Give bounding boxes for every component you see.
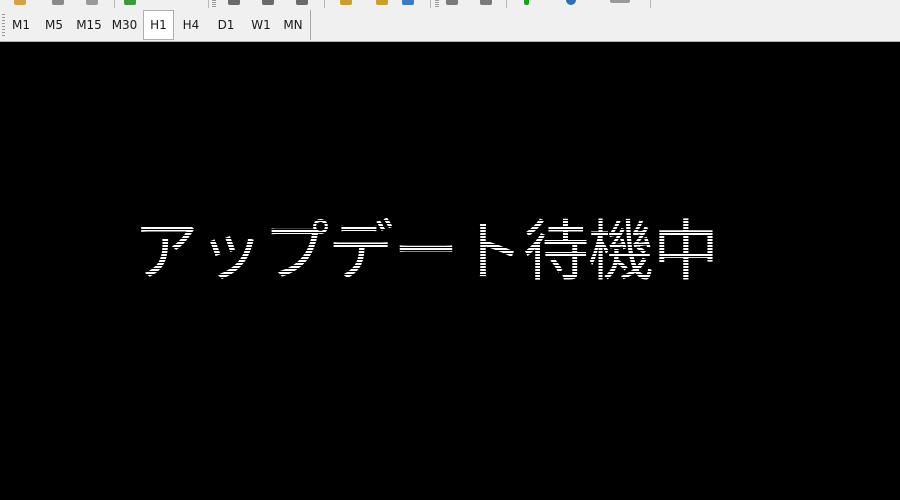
indicators-icon[interactable] [524, 0, 529, 5]
templates-icon[interactable] [610, 0, 630, 3]
tile-windows-icon[interactable] [402, 0, 414, 5]
toolbar-grip[interactable] [2, 14, 5, 36]
waiting-for-update-text: アップデート待機中 [133, 213, 719, 290]
timeframe-d1-button[interactable]: D1 [210, 10, 242, 40]
chart-shift-icon[interactable] [446, 0, 458, 5]
toolbar-separator [430, 0, 431, 8]
open-icon[interactable] [14, 0, 26, 5]
print-icon[interactable] [86, 0, 98, 5]
timeframe-m1-button[interactable]: M1 [6, 10, 36, 40]
toolbar-grip[interactable] [435, 0, 439, 8]
line-chart-icon[interactable] [296, 0, 308, 5]
toolbar-separator [650, 0, 651, 8]
toolbar-separator [506, 0, 507, 8]
timeframe-w1-button[interactable]: W1 [245, 10, 277, 40]
timeframe-m5-button[interactable]: M5 [39, 10, 69, 40]
bar-chart-icon[interactable] [228, 0, 240, 5]
timeframe-h4-button[interactable]: H4 [176, 10, 206, 40]
toolbar-separator [324, 0, 325, 8]
toolbar-grip[interactable] [212, 0, 216, 8]
candlestick-icon[interactable] [262, 0, 274, 5]
zoom-in-icon[interactable] [340, 0, 352, 5]
chart-window[interactable]: アップデート待機中 [0, 42, 900, 500]
timeframe-toolbar: M1 M5 M15 M30 H1 H4 D1 W1 MN [0, 9, 900, 42]
timeframe-h1-button[interactable]: H1 [143, 10, 174, 40]
new-order-icon[interactable] [124, 0, 136, 5]
toolbar-separator [114, 0, 115, 8]
main-toolbar [0, 0, 900, 9]
save-icon[interactable] [52, 0, 64, 5]
timeframe-m30-button[interactable]: M30 [107, 10, 142, 40]
toolbar-separator [208, 0, 209, 8]
timeframe-mn-button[interactable]: MN [278, 10, 308, 40]
autoscroll-icon[interactable] [480, 0, 492, 5]
zoom-out-icon[interactable] [376, 0, 388, 5]
timeframe-group: M1 M5 M15 M30 H1 H4 D1 W1 MN [6, 10, 311, 40]
period-icon[interactable] [566, 0, 576, 5]
timeframe-m15-button[interactable]: M15 [72, 10, 106, 40]
